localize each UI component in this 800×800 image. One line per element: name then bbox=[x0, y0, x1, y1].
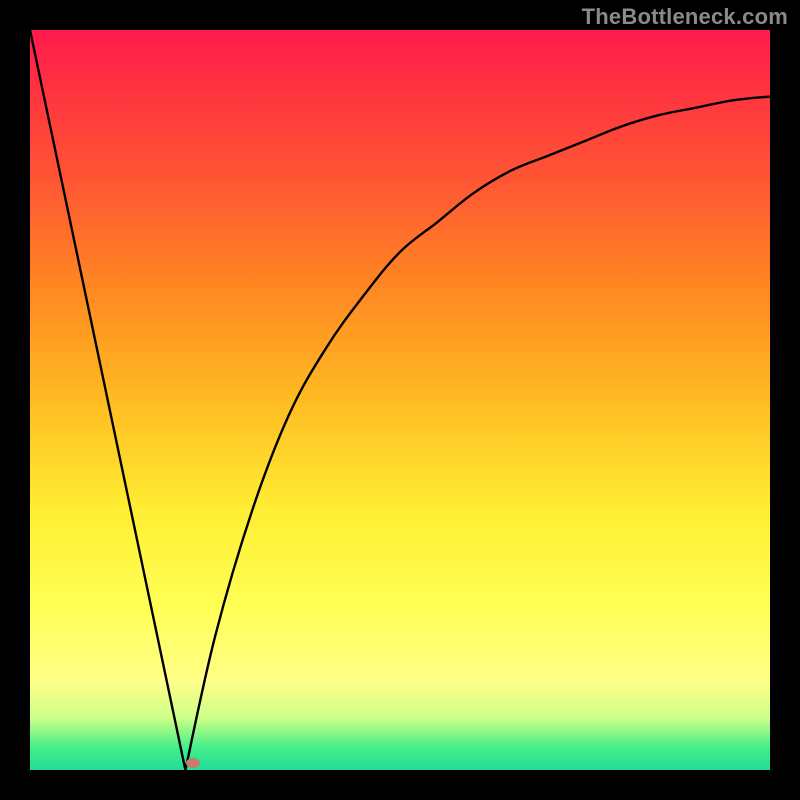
watermark-text: TheBottleneck.com bbox=[582, 4, 788, 30]
chart-frame: TheBottleneck.com bbox=[0, 0, 800, 800]
optimum-marker bbox=[186, 758, 200, 768]
bottleneck-curve bbox=[30, 30, 770, 770]
plot-area bbox=[30, 30, 770, 770]
curve-svg bbox=[30, 30, 770, 770]
